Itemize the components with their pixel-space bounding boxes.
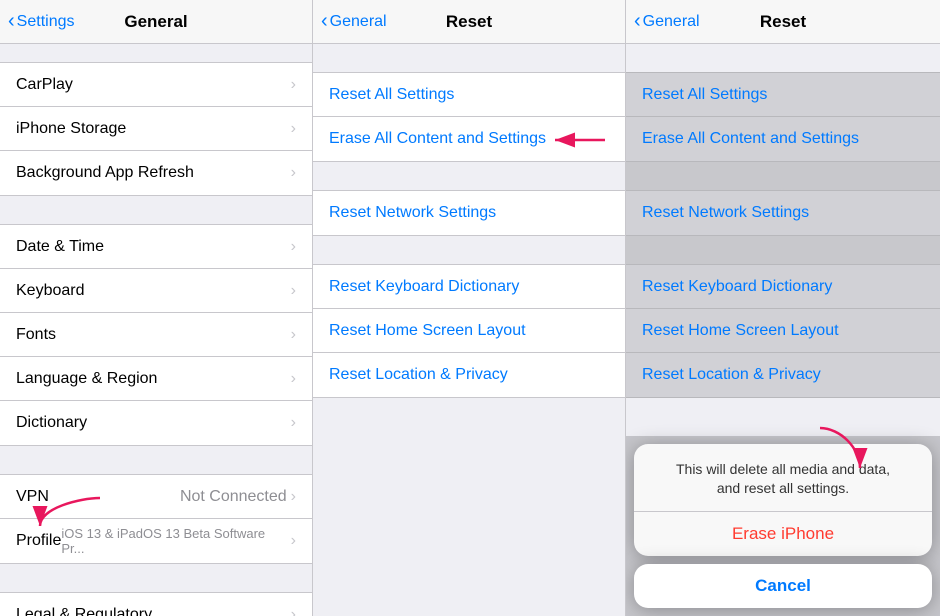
right-back-label: General [643,13,700,31]
cancel-label: Cancel [755,576,811,596]
list-item[interactable]: Language & Region › [0,357,312,401]
carplay-label: CarPlay [16,76,291,94]
language-region-chevron-icon: › [291,370,296,388]
middle-nav-bar: ‹ General Reset [313,0,625,44]
bg-app-refresh-chevron-icon: › [291,164,296,182]
left-back-chevron-icon: ‹ [8,11,15,31]
alert-message: This will delete all media and data,and … [634,444,932,512]
dictionary-label: Dictionary [16,414,291,432]
list-item[interactable]: Legal & Regulatory › [0,593,312,616]
profile-value: iOS 13 & iPadOS 13 Beta Software Pr... [61,526,286,556]
left-group-4: Legal & Regulatory › [0,592,312,616]
keyboard-label: Keyboard [16,282,291,300]
reset-all-settings-item[interactable]: Reset All Settings [313,73,625,117]
right-nav-bar: ‹ General Reset [626,0,940,44]
right-group-2: Reset Network Settings [626,190,940,236]
right-reset-home-screen-item[interactable]: Reset Home Screen Layout [626,309,940,353]
right-reset-location-privacy-item[interactable]: Reset Location & Privacy [626,353,940,397]
middle-group-3: Reset Keyboard Dictionary Reset Home Scr… [313,264,625,398]
dictionary-chevron-icon: › [291,414,296,432]
list-item[interactable]: Dictionary › [0,401,312,445]
right-erase-arrow [800,418,880,478]
middle-nav-title: Reset [446,12,492,32]
iphone-storage-label: iPhone Storage [16,120,291,138]
right-reset-keyboard-dict-label: Reset Keyboard Dictionary [642,278,924,296]
reset-keyboard-dict-label: Reset Keyboard Dictionary [329,278,609,296]
reset-home-screen-item[interactable]: Reset Home Screen Layout [313,309,625,353]
cancel-button[interactable]: Cancel [634,564,932,608]
right-reset-keyboard-dict-item[interactable]: Reset Keyboard Dictionary [626,265,940,309]
right-panel: ‹ General Reset Reset All Settings Erase… [626,0,940,616]
reset-network-label: Reset Network Settings [329,204,609,222]
list-item[interactable]: Background App Refresh › [0,151,312,195]
left-panel: ‹ Settings General CarPlay › iPhone Stor… [0,0,313,616]
right-reset-network-label: Reset Network Settings [642,204,924,222]
right-erase-all-content-item[interactable]: Erase All Content and Settings [626,117,940,161]
alert-container: This will delete all media and data,and … [626,436,940,616]
date-time-label: Date & Time [16,238,291,256]
date-time-chevron-icon: › [291,238,296,256]
right-reset-all-settings-label: Reset All Settings [642,86,924,104]
right-reset-location-privacy-label: Reset Location & Privacy [642,366,924,384]
alert-box: This will delete all media and data,and … [634,444,932,556]
profile-label: Profile [16,532,61,550]
erase-iphone-label: Erase iPhone [732,524,834,544]
left-nav-title: General [124,12,187,32]
bg-app-refresh-label: Background App Refresh [16,164,291,182]
list-item[interactable]: Date & Time › [0,225,312,269]
carplay-chevron-icon: › [291,76,296,94]
right-group-1: Reset All Settings Erase All Content and… [626,72,940,162]
left-nav-bar: ‹ Settings General [0,0,312,44]
list-item[interactable]: Keyboard › [0,269,312,313]
list-item[interactable]: VPN Not Connected › [0,475,312,519]
language-region-label: Language & Region [16,370,291,388]
vpn-label: VPN [16,488,180,506]
reset-location-privacy-item[interactable]: Reset Location & Privacy [313,353,625,397]
fonts-chevron-icon: › [291,326,296,344]
vpn-value: Not Connected [180,488,287,506]
reset-location-privacy-label: Reset Location & Privacy [329,366,609,384]
vpn-chevron-icon: › [291,488,296,506]
left-back-button[interactable]: ‹ Settings [8,12,74,31]
left-back-label: Settings [17,13,75,31]
middle-back-chevron-icon: ‹ [321,11,328,31]
keyboard-chevron-icon: › [291,282,296,300]
reset-home-screen-label: Reset Home Screen Layout [329,322,609,340]
middle-back-button[interactable]: ‹ General [321,12,387,31]
fonts-label: Fonts [16,326,291,344]
list-item[interactable]: CarPlay › [0,63,312,107]
right-nav-title: Reset [760,12,806,32]
iphone-storage-chevron-icon: › [291,120,296,138]
right-reset-home-screen-label: Reset Home Screen Layout [642,322,924,340]
left-group-2: Date & Time › Keyboard › Fonts › Languag… [0,224,312,446]
list-item[interactable]: Profile iOS 13 & iPadOS 13 Beta Software… [0,519,312,563]
middle-group-2: Reset Network Settings [313,190,625,236]
right-group-3: Reset Keyboard Dictionary Reset Home Scr… [626,264,940,398]
reset-all-settings-label: Reset All Settings [329,86,609,104]
middle-panel: ‹ General Reset Reset All Settings Erase… [313,0,626,616]
left-group-3: VPN Not Connected › Profile iOS 13 & iPa… [0,474,312,564]
list-item[interactable]: Fonts › [0,313,312,357]
right-reset-all-settings-item[interactable]: Reset All Settings [626,73,940,117]
middle-back-label: General [330,13,387,31]
profile-chevron-icon: › [291,532,296,550]
erase-iphone-button[interactable]: Erase iPhone [634,512,932,556]
reset-network-item[interactable]: Reset Network Settings [313,191,625,235]
middle-erase-arrow [535,120,615,160]
right-back-chevron-icon: ‹ [634,11,641,31]
reset-keyboard-dict-item[interactable]: Reset Keyboard Dictionary [313,265,625,309]
legal-regulatory-chevron-icon: › [291,606,296,616]
right-reset-network-item[interactable]: Reset Network Settings [626,191,940,235]
list-item[interactable]: iPhone Storage › [0,107,312,151]
left-scroll-area: CarPlay › iPhone Storage › Background Ap… [0,44,312,616]
left-group-1: CarPlay › iPhone Storage › Background Ap… [0,62,312,196]
legal-regulatory-label: Legal & Regulatory [16,606,291,616]
right-back-button[interactable]: ‹ General [634,12,700,31]
right-erase-all-content-label: Erase All Content and Settings [642,130,924,148]
